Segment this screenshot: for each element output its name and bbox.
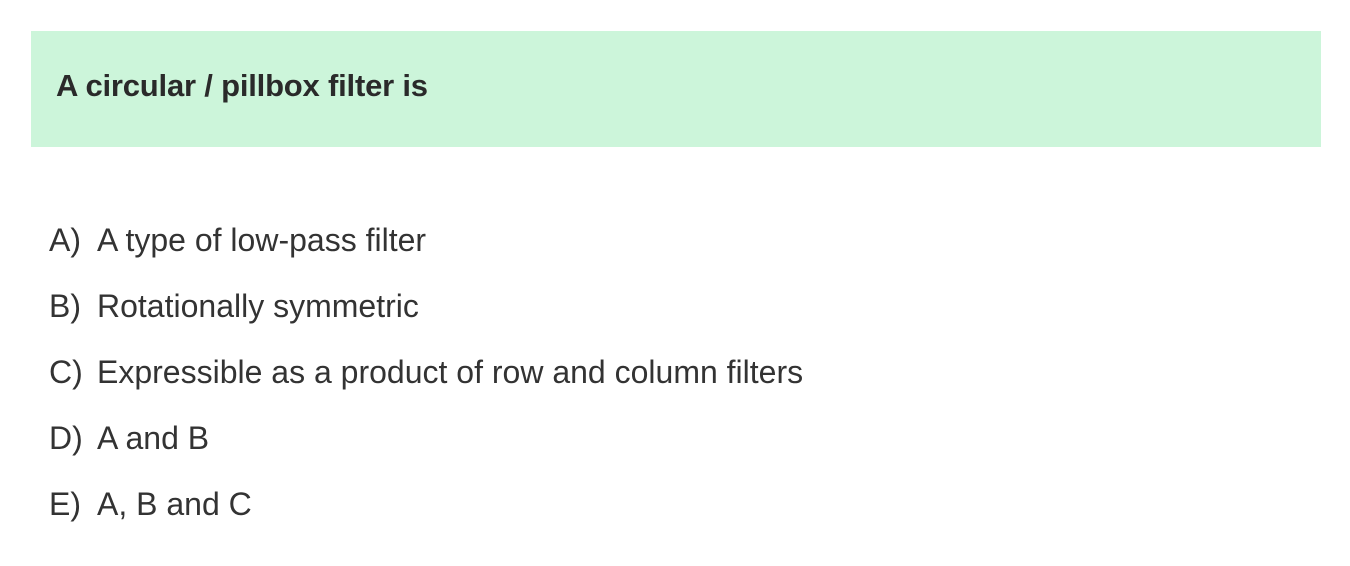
option-text: A, B and C xyxy=(97,486,252,522)
answer-option-e[interactable]: E) A, B and C xyxy=(49,486,803,552)
option-text: A and B xyxy=(97,420,210,456)
question-text: A circular / pillbox filter is xyxy=(56,68,428,103)
option-text: Rotationally symmetric xyxy=(97,288,419,324)
answer-option-d[interactable]: D) A and B xyxy=(49,420,803,486)
option-text: A type of low-pass filter xyxy=(97,222,427,258)
answer-option-a[interactable]: A) A type of low-pass filter xyxy=(49,222,803,288)
option-text: Expressible as a product of row and colu… xyxy=(97,354,804,390)
question-banner: A circular / pillbox filter is xyxy=(31,31,1321,147)
answer-option-b[interactable]: B) Rotationally symmetric xyxy=(49,288,803,354)
answer-options-list: A) A type of low-pass filter B) Rotation… xyxy=(49,222,803,552)
option-letter: D) xyxy=(49,420,83,456)
option-letter: A) xyxy=(49,222,81,258)
option-letter: E) xyxy=(49,486,81,522)
answer-option-c[interactable]: C) Expressible as a product of row and c… xyxy=(49,354,803,420)
option-letter: C) xyxy=(49,354,83,390)
option-letter: B) xyxy=(49,288,81,324)
